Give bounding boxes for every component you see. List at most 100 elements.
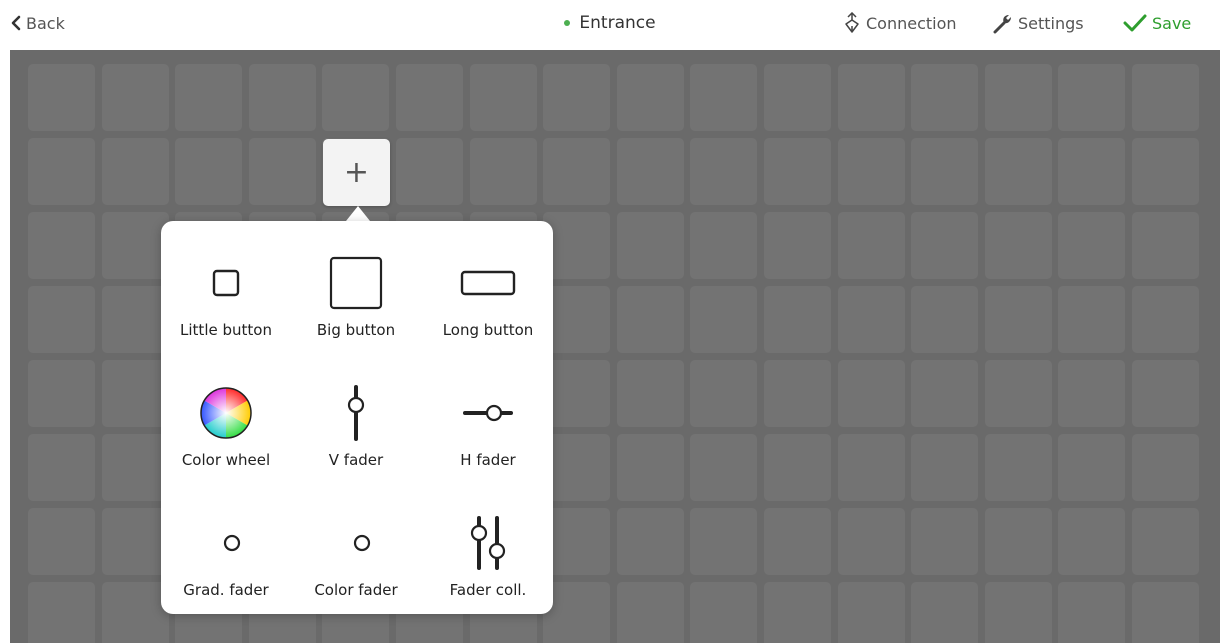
option-grad-fader[interactable]: Grad. fader <box>161 511 291 621</box>
option-little-button[interactable]: Little button <box>161 251 291 361</box>
grid-cell[interactable] <box>101 582 169 643</box>
grid-cell[interactable] <box>543 582 611 643</box>
grid-cell[interactable] <box>616 64 684 131</box>
grid-cell[interactable] <box>984 64 1052 131</box>
grid-cell[interactable] <box>1058 286 1126 353</box>
grid-cell[interactable] <box>28 434 95 501</box>
grid-cell[interactable] <box>837 360 905 427</box>
grid-cell[interactable] <box>616 286 684 353</box>
option-h-fader[interactable]: H fader <box>423 381 553 491</box>
grid-cell[interactable] <box>543 434 611 501</box>
grid-cell[interactable] <box>1131 434 1199 501</box>
back-button[interactable]: Back <box>10 0 65 46</box>
grid-cell[interactable] <box>101 212 169 279</box>
grid-cell[interactable] <box>543 64 611 131</box>
grid-cell[interactable] <box>175 138 243 205</box>
grid-cell[interactable] <box>984 212 1052 279</box>
grid-cell[interactable] <box>911 434 979 501</box>
grid-cell[interactable] <box>763 508 831 575</box>
grid-cell[interactable] <box>469 138 537 205</box>
connection-button[interactable]: Connection <box>842 0 957 46</box>
grid-cell[interactable] <box>28 582 95 643</box>
grid-cell[interactable] <box>1058 212 1126 279</box>
grid-cell[interactable] <box>1131 64 1199 131</box>
grid-cell[interactable] <box>690 138 758 205</box>
grid-cell[interactable] <box>690 286 758 353</box>
grid-cell[interactable] <box>28 138 95 205</box>
grid-cell[interactable] <box>28 64 95 131</box>
option-v-fader[interactable]: V fader <box>291 381 421 491</box>
grid-cell[interactable] <box>837 64 905 131</box>
grid-cell[interactable] <box>763 212 831 279</box>
grid-cell[interactable] <box>616 582 684 643</box>
grid-cell[interactable] <box>469 64 537 131</box>
grid-cell[interactable] <box>911 286 979 353</box>
grid-cell[interactable] <box>1058 360 1126 427</box>
settings-button[interactable]: Settings <box>992 0 1084 46</box>
grid-cell[interactable] <box>543 508 611 575</box>
grid-cell[interactable] <box>690 434 758 501</box>
option-color-fader[interactable]: Color fader <box>291 511 421 621</box>
grid-cell[interactable] <box>690 508 758 575</box>
option-fader-collection[interactable]: Fader coll. <box>423 511 553 621</box>
grid-cell[interactable] <box>837 212 905 279</box>
grid-cell[interactable] <box>175 64 243 131</box>
grid-cell[interactable] <box>248 138 316 205</box>
grid-cell[interactable] <box>1058 508 1126 575</box>
grid-cell[interactable] <box>763 434 831 501</box>
grid-cell[interactable] <box>101 64 169 131</box>
grid-cell[interactable] <box>101 508 169 575</box>
grid-cell[interactable] <box>763 360 831 427</box>
grid-cell[interactable] <box>763 582 831 643</box>
grid-cell[interactable] <box>763 64 831 131</box>
grid-cell[interactable] <box>984 508 1052 575</box>
grid-cell[interactable] <box>28 212 95 279</box>
grid-cell[interactable] <box>984 434 1052 501</box>
grid-cell[interactable] <box>1058 64 1126 131</box>
grid-cell[interactable] <box>1131 508 1199 575</box>
grid-cell[interactable] <box>763 286 831 353</box>
option-long-button[interactable]: Long button <box>423 251 553 361</box>
grid-cell[interactable] <box>101 360 169 427</box>
grid-cell[interactable] <box>984 138 1052 205</box>
grid-cell[interactable] <box>1058 582 1126 643</box>
grid-cell[interactable] <box>837 138 905 205</box>
grid-cell[interactable] <box>616 434 684 501</box>
grid-cell[interactable] <box>911 212 979 279</box>
grid-cell[interactable] <box>616 360 684 427</box>
grid-cell[interactable] <box>837 286 905 353</box>
grid-cell[interactable] <box>690 582 758 643</box>
grid-cell[interactable] <box>616 212 684 279</box>
add-control-button[interactable]: + <box>323 139 390 206</box>
grid-cell[interactable] <box>543 138 611 205</box>
option-color-wheel[interactable]: Color wheel <box>161 381 291 491</box>
grid-cell[interactable] <box>984 286 1052 353</box>
grid-cell[interactable] <box>911 64 979 131</box>
grid-cell[interactable] <box>101 286 169 353</box>
grid-cell[interactable] <box>28 286 95 353</box>
grid-cell[interactable] <box>1058 138 1126 205</box>
grid-cell[interactable] <box>911 138 979 205</box>
grid-cell[interactable] <box>616 138 684 205</box>
grid-cell[interactable] <box>395 64 463 131</box>
grid-cell[interactable] <box>28 508 95 575</box>
grid-cell[interactable] <box>911 508 979 575</box>
grid-cell[interactable] <box>543 360 611 427</box>
grid-cell[interactable] <box>248 64 316 131</box>
grid-cell[interactable] <box>984 582 1052 643</box>
grid-cell[interactable] <box>1131 360 1199 427</box>
grid-cell[interactable] <box>1131 582 1199 643</box>
grid-cell[interactable] <box>616 508 684 575</box>
grid-cell[interactable] <box>1058 434 1126 501</box>
grid-cell[interactable] <box>837 582 905 643</box>
grid-cell[interactable] <box>101 138 169 205</box>
option-big-button[interactable]: Big button <box>291 251 421 361</box>
grid-cell[interactable] <box>101 434 169 501</box>
grid-cell[interactable] <box>690 360 758 427</box>
grid-cell[interactable] <box>690 212 758 279</box>
save-button[interactable]: Save <box>1122 0 1191 46</box>
grid-cell[interactable] <box>543 286 611 353</box>
grid-cell[interactable] <box>690 64 758 131</box>
grid-cell[interactable] <box>1131 138 1199 205</box>
grid-cell[interactable] <box>984 360 1052 427</box>
